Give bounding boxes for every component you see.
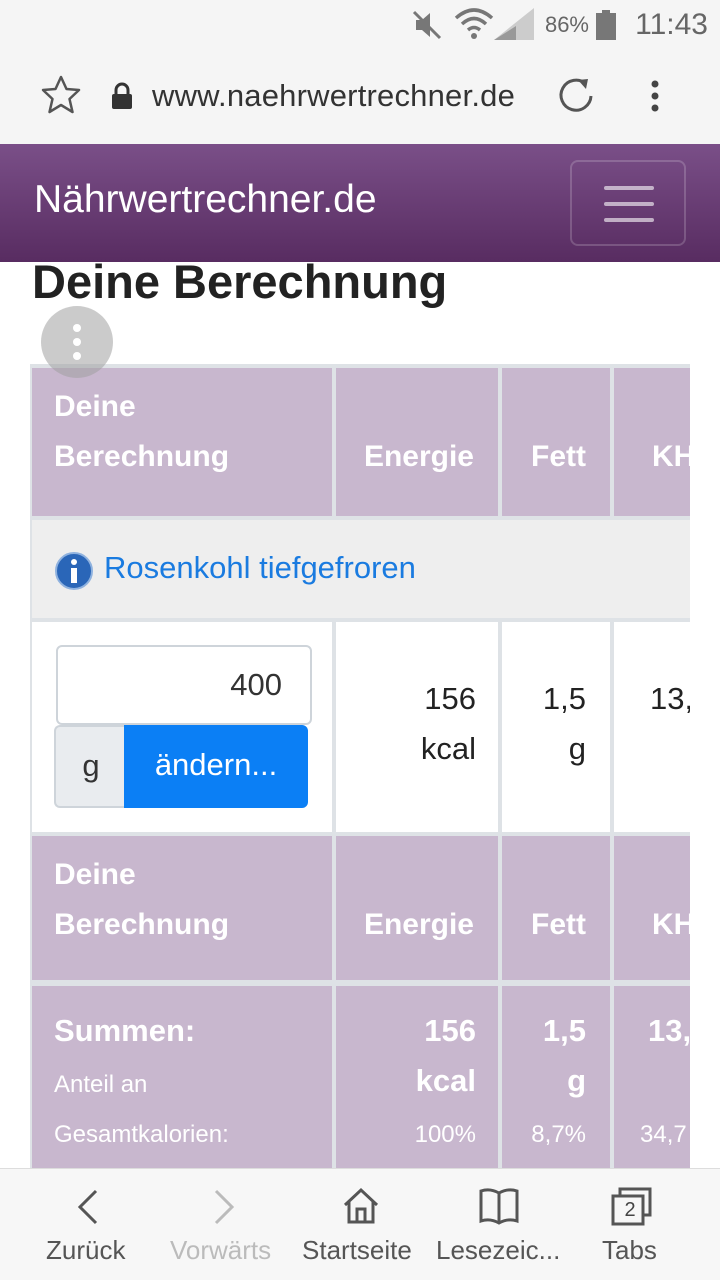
more-vert-icon <box>73 324 81 332</box>
fat-unit: g <box>568 731 586 766</box>
home-button[interactable]: Startseite <box>298 1169 424 1280</box>
footer-header-energy-cell: Energie <box>336 836 498 980</box>
header-energy-cell: Energie <box>336 368 498 516</box>
back-button[interactable]: Zurück <box>30 1169 146 1280</box>
footer-header-name-cell: Deine Berechnung <box>32 836 332 980</box>
lock-icon <box>112 82 132 109</box>
results-table: Deine Berechnung Energie Fett KH Rosenko… <box>30 364 690 1170</box>
status-bar: 86% 11:43 <box>0 0 720 50</box>
info-icon[interactable] <box>54 551 94 591</box>
carb-value: 13, <box>650 681 690 716</box>
footer-header-carb-label: KH <box>652 908 690 941</box>
sums-energy-cell: 156 kcal 100% <box>336 986 498 1170</box>
share-label-2: Gesamtkalorien: <box>54 1121 229 1148</box>
home-label: Startseite <box>302 1235 412 1265</box>
sums-carb-value: 13, <box>648 1013 690 1048</box>
sums-fat-value: 1,5 <box>542 1013 586 1048</box>
sums-carb-share: 34,7 <box>640 1121 687 1148</box>
home-icon <box>343 1187 379 1224</box>
header-fat-label: Fett <box>531 440 586 473</box>
bookmark-star-icon[interactable] <box>40 74 82 116</box>
hamburger-icon <box>604 186 654 190</box>
sums-label-cell: Summen: Anteil an Gesamtkalorien: <box>32 986 332 1170</box>
footer-header-fat-cell: Fett <box>502 836 610 980</box>
chevron-right-icon <box>214 1189 235 1225</box>
back-label: Zurück <box>46 1235 126 1265</box>
footer-header-name-label: Deine Berechnung <box>54 858 230 941</box>
overflow-menu-icon[interactable] <box>640 76 670 116</box>
energy-value: 156 <box>424 681 476 716</box>
share-label-1: Anteil an <box>54 1071 148 1098</box>
header-carb-label: KH <box>652 440 690 473</box>
sums-energy-unit: kcal <box>415 1063 476 1098</box>
sums-energy-share: 100% <box>414 1121 476 1148</box>
browser-bottom-bar: Zurück Vorwärts Startseite Lesezeic... 2… <box>0 1168 720 1280</box>
tabs-label: Tabs <box>602 1235 657 1265</box>
bookmarks-button[interactable]: Lesezeic... <box>432 1169 566 1280</box>
sums-energy-value: 156 <box>424 1013 476 1048</box>
food-row: Rosenkohl tiefgefroren <box>32 520 690 618</box>
forward-label: Vorwärts <box>170 1235 272 1265</box>
header-name-cell: Deine Berechnung <box>32 368 332 516</box>
energy-unit: kcal <box>420 731 476 766</box>
hamburger-menu-button[interactable] <box>570 160 686 246</box>
url-field[interactable]: www.naehrwertrechner.de <box>152 78 515 114</box>
reload-icon[interactable] <box>556 76 596 116</box>
footer-header-energy-label: Energie <box>363 908 474 941</box>
battery-icon <box>596 10 616 40</box>
browser-url-bar: www.naehrwertrechner.de <box>0 50 720 144</box>
sums-fat-cell: 1,5 g 8,7% <box>502 986 610 1170</box>
mute-icon <box>412 10 442 40</box>
clock: 11:43 <box>635 8 708 41</box>
sums-fat-share: 8,7% <box>531 1121 586 1148</box>
book-icon <box>479 1188 519 1225</box>
chevron-left-icon <box>77 1189 98 1225</box>
tabs-button[interactable]: 2 Tabs <box>588 1169 678 1280</box>
fat-cell: 1,5 g <box>502 622 610 832</box>
header-energy-label: Energie <box>363 440 474 473</box>
carb-cell: 13, <box>614 622 690 832</box>
fat-value: 1,5 <box>542 681 586 716</box>
sums-fat-unit: g <box>567 1063 586 1098</box>
quantity-input[interactable]: 400 <box>56 645 312 725</box>
sums-label: Summen: <box>54 1013 196 1048</box>
signal-icon <box>494 8 534 40</box>
header-carb-cell: KH <box>614 368 690 516</box>
energy-cell: 156 kcal <box>336 622 498 832</box>
food-link[interactable]: Rosenkohl tiefgefroren <box>104 550 416 586</box>
unit-label: g <box>54 725 126 808</box>
footer-header-carb-cell: KH <box>614 836 690 980</box>
floating-menu-button[interactable] <box>41 306 113 378</box>
site-navbar: Nährwertrechner.de <box>0 144 720 262</box>
header-fat-cell: Fett <box>502 368 610 516</box>
tabs-count: 2 <box>624 1199 636 1221</box>
sums-carb-cell: 13, 34,7 <box>614 986 690 1170</box>
header-name-label: Deine Berechnung <box>54 390 230 473</box>
footer-header-fat-label: Fett <box>531 908 586 941</box>
battery-percent: 86% <box>544 12 589 37</box>
change-button[interactable]: ändern... <box>124 725 308 808</box>
forward-button[interactable]: Vorwärts <box>164 1169 284 1280</box>
page-title: Deine Berechnung <box>32 255 448 308</box>
bookmarks-label: Lesezeic... <box>436 1235 561 1265</box>
site-brand[interactable]: Nährwertrechner.de <box>34 178 377 222</box>
